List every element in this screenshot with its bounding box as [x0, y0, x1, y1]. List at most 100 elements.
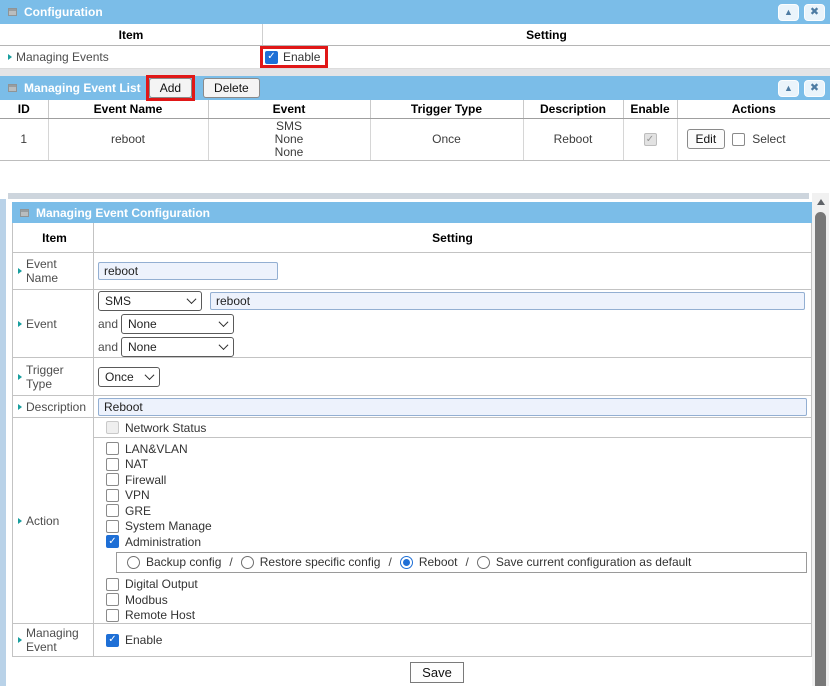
- firewall-checkbox[interactable]: [106, 473, 119, 486]
- event-list-header-row: ID Event Name Event Trigger Type Descrip…: [0, 100, 830, 118]
- event-name-label: Event Name: [26, 257, 91, 285]
- vpn-checkbox[interactable]: [106, 489, 119, 502]
- administration-options: Backup config / Restore specific config …: [116, 552, 807, 573]
- managing-event-row: Managing Event Enable: [13, 624, 811, 657]
- managing-event-enable-label: Enable: [125, 633, 162, 647]
- event-text-input[interactable]: reboot: [210, 292, 805, 310]
- row-arrow-icon: [18, 321, 22, 327]
- network-status-option: Network Status: [94, 418, 811, 438]
- cell-event: SMS None None: [208, 118, 370, 160]
- remote-host-checkbox[interactable]: [106, 609, 119, 622]
- panel-content: Managing Event Configuration Item Settin…: [12, 202, 812, 686]
- scroll-up-icon[interactable]: [812, 193, 829, 210]
- collapse-icon[interactable]: ▲: [778, 4, 799, 21]
- gre-label: GRE: [125, 504, 151, 518]
- event-type-value: SMS: [105, 294, 182, 308]
- description-input[interactable]: Reboot: [98, 398, 807, 416]
- and-label: and: [98, 317, 118, 331]
- list-item: Digital Output: [106, 577, 811, 593]
- edit-button[interactable]: Edit: [687, 129, 726, 149]
- backup-config-radio[interactable]: [127, 556, 140, 569]
- scrollbar[interactable]: [812, 193, 829, 686]
- row-enable-checkbox: [644, 133, 657, 146]
- select-checkbox[interactable]: [732, 133, 745, 146]
- row-arrow-icon: [18, 268, 22, 274]
- event-label: Event: [26, 317, 57, 331]
- trigger-type-label: Trigger Type: [26, 363, 91, 391]
- section-divider: [0, 69, 830, 76]
- event-type-1: SMS: [209, 120, 370, 133]
- reboot-label: Reboot: [419, 555, 458, 569]
- close-icon[interactable]: ✖: [804, 80, 825, 97]
- configuration-title: Configuration: [24, 5, 103, 19]
- save-button[interactable]: Save: [410, 662, 464, 683]
- lanvlan-checkbox[interactable]: [106, 442, 119, 455]
- collapse-icon[interactable]: ▲: [778, 80, 799, 97]
- save-default-label: Save current configuration as default: [496, 555, 691, 569]
- restore-config-radio[interactable]: [241, 556, 254, 569]
- nat-checkbox[interactable]: [106, 458, 119, 471]
- action-row: Action Network Status LAN&VLAN NAT: [13, 418, 811, 624]
- add-highlight-box: Add: [146, 75, 195, 101]
- reboot-radio[interactable]: [400, 556, 413, 569]
- chevron-down-icon: [219, 340, 229, 350]
- column-setting: Setting: [94, 223, 811, 252]
- network-status-label: Network Status: [125, 421, 206, 435]
- window-icon: [8, 8, 17, 16]
- system-manage-label: System Manage: [125, 519, 212, 533]
- managing-event-label: Managing Event: [26, 626, 91, 654]
- network-status-checkbox: [106, 421, 119, 434]
- column-enable: Enable: [623, 100, 677, 118]
- event-name-input[interactable]: reboot: [98, 262, 278, 280]
- vpn-label: VPN: [125, 488, 150, 502]
- add-button[interactable]: Add: [149, 78, 192, 98]
- digital-output-checkbox[interactable]: [106, 578, 119, 591]
- administration-checkbox[interactable]: [106, 535, 119, 548]
- trigger-type-value: Once: [105, 370, 140, 384]
- description-label: Description: [26, 400, 86, 414]
- event-and2-select[interactable]: None: [121, 337, 234, 357]
- event-type-select[interactable]: SMS: [98, 291, 202, 311]
- event-row: Event SMS reboot and None: [13, 290, 811, 358]
- scrollbar-thumb[interactable]: [815, 212, 826, 686]
- system-manage-checkbox[interactable]: [106, 520, 119, 533]
- column-item: Item: [13, 223, 94, 252]
- save-default-radio[interactable]: [477, 556, 490, 569]
- row-arrow-icon: [18, 374, 22, 380]
- list-item: System Manage: [106, 519, 811, 535]
- configuration-header-bar: Configuration ▲ ✖: [0, 0, 830, 24]
- gre-checkbox[interactable]: [106, 504, 119, 517]
- column-setting: Setting: [263, 28, 830, 42]
- header-buttons: ▲ ✖: [778, 80, 825, 97]
- separator: /: [388, 555, 391, 569]
- managing-events-enable-checkbox[interactable]: [265, 51, 278, 64]
- action-checkbox-list-2: Digital Output Modbus Remote Host: [94, 575, 811, 624]
- column-description: Description: [523, 100, 623, 118]
- column-actions: Actions: [677, 100, 830, 118]
- panel-table-header: Item Setting: [13, 223, 811, 253]
- event-list-header-bar: Managing Event List Add Delete ▲ ✖: [0, 76, 830, 100]
- managing-event-enable-checkbox[interactable]: [106, 634, 119, 647]
- delete-button[interactable]: Delete: [203, 78, 260, 98]
- remote-host-label: Remote Host: [125, 608, 195, 622]
- cell-id: 1: [0, 118, 48, 160]
- trigger-type-select[interactable]: Once: [98, 367, 160, 387]
- restore-config-label: Restore specific config: [260, 555, 381, 569]
- cell-enable: [623, 118, 677, 160]
- table-row: 1 reboot SMS None None Once Reboot Edit …: [0, 118, 830, 160]
- managing-events-label: Managing Events: [16, 50, 109, 64]
- event-and2-value: None: [128, 340, 214, 354]
- event-and1-select[interactable]: None: [121, 314, 234, 334]
- panel-table: Item Setting Event Name reboot Event: [12, 223, 812, 657]
- list-item: Modbus: [106, 592, 811, 608]
- action-checkbox-list: LAN&VLAN NAT Firewall VPN GRE: [94, 438, 811, 550]
- modbus-checkbox[interactable]: [106, 593, 119, 606]
- header-buttons: ▲ ✖: [778, 4, 825, 21]
- column-event-name: Event Name: [48, 100, 208, 118]
- list-item: Firewall: [106, 472, 811, 488]
- close-icon[interactable]: ✖: [804, 4, 825, 21]
- row-arrow-icon: [18, 404, 22, 410]
- panel-title: Managing Event Configuration: [36, 206, 210, 220]
- row-arrow-icon: [8, 54, 12, 60]
- row-arrow-icon: [18, 518, 22, 524]
